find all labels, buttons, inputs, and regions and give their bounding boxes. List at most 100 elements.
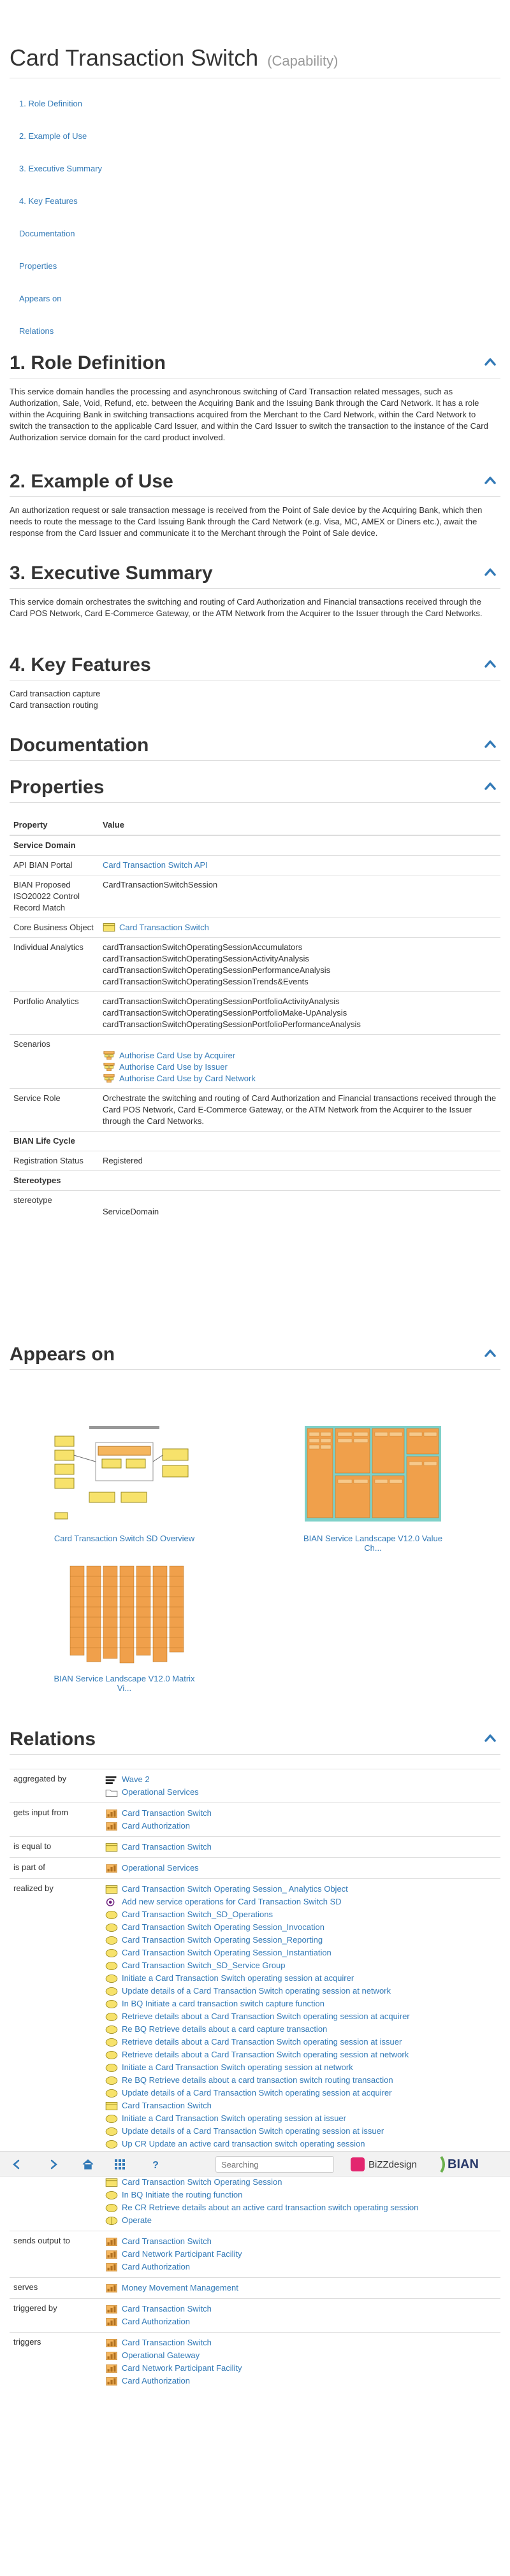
operation-icon	[105, 2026, 118, 2034]
view-thumbnail-caption[interactable]: BIAN Service Landscape V12.0 Value Ch...	[300, 1534, 446, 1553]
relation-item: Wave 2	[105, 1773, 500, 1786]
view-thumbnail-caption[interactable]: Card Transaction Switch SD Overview	[51, 1534, 198, 1543]
search-input[interactable]	[215, 2156, 334, 2173]
relation-link[interactable]: Card Authorization	[122, 2315, 190, 2328]
relation-item: Update details of a Card Transaction Swi…	[105, 1985, 500, 1997]
relation-link[interactable]: Initiate a Card Transaction Switch opera…	[122, 2112, 346, 2125]
help-icon[interactable]: ?	[149, 2158, 162, 2171]
view-thumbnail[interactable]: BIAN Service Landscape V12.0 Value Ch...	[300, 1423, 446, 1553]
section-header: Documentation	[10, 730, 500, 761]
relation-link[interactable]: Card Transaction Switch Operating Sessio…	[122, 2176, 282, 2189]
relation-link[interactable]: Update details of a Card Transaction Swi…	[122, 1985, 391, 1997]
view-thumbnail[interactable]: BIAN Service Landscape V12.0 Matrix Vi..…	[51, 1564, 198, 1693]
section-header: 1. Role Definition	[10, 348, 500, 378]
relation-link[interactable]: Re BQ Retrieve details about a card tran…	[122, 2074, 393, 2087]
relation-link[interactable]: Card Transaction Switch_SD_Operations	[122, 1908, 273, 1921]
relation-link[interactable]: Operational Services	[122, 1862, 199, 1874]
core-business-object-link[interactable]: Card Transaction Switch	[119, 923, 209, 932]
relation-link[interactable]: Card Transaction Switch	[122, 2336, 212, 2349]
relation-link[interactable]: Card Transaction Switch Operating Sessio…	[122, 1883, 348, 1896]
relation-link[interactable]: Add new service operations for Card Tran…	[122, 1896, 342, 1908]
section-header: Relations	[10, 1724, 500, 1755]
relation-link[interactable]: Card Authorization	[122, 2261, 190, 2273]
toc-link-key-features[interactable]: 4. Key Features	[19, 195, 500, 207]
table-of-contents: 1. Role Definition 2. Example of Use 3. …	[10, 97, 500, 337]
key-feature-item: Card transaction capture	[10, 689, 101, 698]
relation-item: In BQ Initiate a card transaction switch…	[105, 1997, 500, 2010]
relation-row: realized by Card Transaction Switch Opera…	[10, 1878, 500, 2231]
relation-link[interactable]: Card Network Participant Facility	[122, 2362, 242, 2375]
capability-icon	[105, 2263, 118, 2271]
section-divider	[10, 1369, 500, 1370]
property-value: cardTransactionSwitchOperatingSessionPor…	[103, 1019, 361, 1029]
scenario-icon	[103, 1051, 115, 1060]
collapse-chevron-icon[interactable]	[484, 780, 497, 793]
scenario-link[interactable]: Authorise Card Use by Card Network	[119, 1074, 256, 1083]
property-group-service-domain: Service Domain	[10, 835, 500, 856]
relation-link[interactable]: Wave 2	[122, 1773, 150, 1786]
relation-link[interactable]: Card Transaction Switch	[122, 2099, 212, 2112]
relation-link[interactable]: Card Transaction Switch	[122, 2235, 212, 2248]
relation-row: triggers Card Transaction Switch Operation…	[10, 2332, 500, 2391]
relation-type-label: aggregated by	[13, 1774, 67, 1783]
relation-row: serves Money Movement Management	[10, 2277, 500, 2298]
toc-link-documentation[interactable]: Documentation	[19, 227, 500, 240]
scenario-link[interactable]: Authorise Card Use by Issuer	[119, 1062, 228, 1072]
grid-icon[interactable]	[113, 2158, 126, 2171]
relation-link[interactable]: Up CR Update an active card transaction …	[122, 2138, 365, 2150]
relation-link[interactable]: Operational Gateway	[122, 2349, 200, 2362]
property-label: Service Role	[10, 1088, 99, 1132]
view-thumbnail-caption[interactable]: BIAN Service Landscape V12.0 Matrix Vi..…	[51, 1674, 198, 1693]
toc-link-example-of-use[interactable]: 2. Example of Use	[19, 130, 500, 142]
capability-icon	[105, 2377, 118, 2385]
api-portal-link[interactable]: Card Transaction Switch API	[103, 860, 208, 870]
relation-link[interactable]: Card Transaction Switch	[122, 1807, 212, 1820]
relation-link[interactable]: Operate	[122, 2214, 152, 2227]
property-label: stereotype	[10, 1190, 99, 1221]
capability-icon	[105, 2364, 118, 2373]
relation-link[interactable]: Card Transaction Switch Operating Sessio…	[122, 1934, 323, 1946]
relation-link[interactable]: In BQ Initiate the routing function	[122, 2189, 242, 2201]
home-icon[interactable]	[82, 2158, 94, 2171]
back-arrow-icon[interactable]	[10, 2158, 23, 2171]
collapse-chevron-icon[interactable]	[484, 1732, 497, 1745]
relation-link[interactable]: In BQ Initiate a card transaction switch…	[122, 1997, 324, 2010]
relation-link[interactable]: Card Authorization	[122, 1820, 190, 1832]
relation-link[interactable]: Card Network Participant Facility	[122, 2248, 242, 2261]
relation-link[interactable]: Operational Services	[122, 1786, 199, 1799]
relation-link[interactable]: Retrieve details about a Card Transactio…	[122, 2048, 409, 2061]
view-thumbnail[interactable]: Card Transaction Switch SD Overview	[51, 1423, 198, 1543]
relation-link[interactable]: Re CR Retrieve details about an active c…	[122, 2201, 418, 2214]
relation-link[interactable]: Card Transaction Switch Operating Sessio…	[122, 1946, 332, 1959]
section-divider	[10, 496, 500, 497]
relation-link[interactable]: Card Authorization	[122, 2375, 190, 2387]
relations-list: aggregated by Wave 2 Operational Services g…	[10, 1769, 500, 2391]
relation-link[interactable]: Card Transaction Switch_SD_Service Group	[122, 1959, 286, 1972]
scenario-link[interactable]: Authorise Card Use by Acquirer	[119, 1051, 235, 1060]
forward-arrow-icon[interactable]	[47, 2158, 60, 2171]
relation-link[interactable]: Money Movement Management	[122, 2282, 238, 2294]
toc-link-properties[interactable]: Properties	[19, 260, 500, 272]
relation-link[interactable]: Update details of a Card Transaction Swi…	[122, 2125, 384, 2138]
collapse-chevron-icon[interactable]	[484, 474, 497, 487]
relation-link[interactable]: Retrieve details about a Card Transactio…	[122, 2036, 402, 2048]
toc-link-role-definition[interactable]: 1. Role Definition	[19, 97, 500, 110]
collapse-chevron-icon[interactable]	[484, 356, 497, 368]
collapse-chevron-icon[interactable]	[484, 566, 497, 579]
relation-link[interactable]: Update details of a Card Transaction Swi…	[122, 2087, 391, 2099]
collapse-chevron-icon[interactable]	[484, 658, 497, 670]
business-object-icon	[105, 2102, 118, 2110]
collapse-chevron-icon[interactable]	[484, 738, 497, 751]
relation-link[interactable]: Card Transaction Switch	[122, 2303, 212, 2315]
toc-link-executive-summary[interactable]: 3. Executive Summary	[19, 162, 500, 175]
relation-link[interactable]: Card Transaction Switch Operating Sessio…	[122, 1921, 324, 1934]
relation-link[interactable]: Initiate a Card Transaction Switch opera…	[122, 2061, 353, 2074]
relation-item: Card Network Participant Facility	[105, 2362, 500, 2375]
collapse-chevron-icon[interactable]	[484, 1347, 497, 1360]
relation-link[interactable]: Retrieve details about a Card Transactio…	[122, 2010, 410, 2023]
relation-link[interactable]: Initiate a Card Transaction Switch opera…	[122, 1972, 354, 1985]
relation-link[interactable]: Card Transaction Switch	[122, 1841, 212, 1853]
relation-link[interactable]: Re BQ Retrieve details about a card capt…	[122, 2023, 327, 2036]
toc-link-appears-on[interactable]: Appears on	[19, 292, 500, 305]
toc-link-relations[interactable]: Relations	[19, 325, 500, 337]
